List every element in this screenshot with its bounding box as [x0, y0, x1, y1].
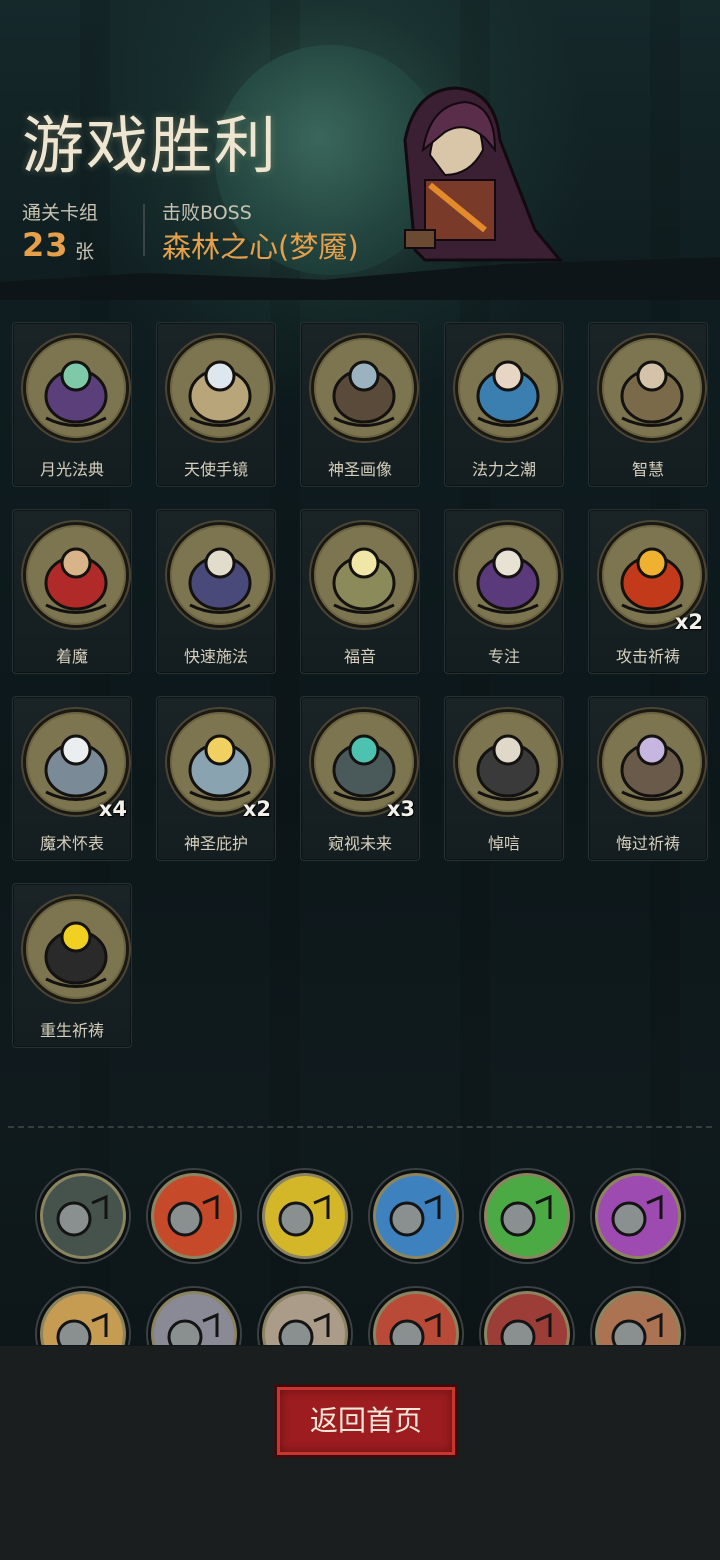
- card-multiplier: x2: [674, 610, 703, 634]
- priest-relic-icon[interactable]: [37, 1288, 129, 1345]
- card-name: 悼唁: [487, 834, 520, 853]
- deck-card[interactable]: 重生祈祷: [12, 883, 132, 1048]
- section-divider: [8, 1126, 712, 1128]
- swordsman-relic-icon[interactable]: [148, 1288, 240, 1345]
- deck-card[interactable]: 福音: [300, 509, 420, 674]
- card-name: 窥视未来: [327, 834, 392, 853]
- deck-card[interactable]: 着魔: [12, 509, 132, 674]
- holy-portrait-icon: [311, 335, 417, 441]
- deck-card[interactable]: x3 窥视未来: [300, 696, 420, 861]
- deck-card[interactable]: 悼唁: [444, 696, 564, 861]
- return-home-button[interactable]: 返回首页: [277, 1387, 455, 1455]
- card-name: 着魔: [55, 647, 88, 666]
- deck-card[interactable]: 神圣画像: [300, 322, 420, 487]
- vampire-relic-icon[interactable]: [481, 1288, 573, 1345]
- deck-card[interactable]: 月光法典: [12, 322, 132, 487]
- deck-card[interactable]: 法力之潮: [444, 322, 564, 487]
- card-name: 快速施法: [183, 647, 248, 666]
- card-name: 月光法典: [39, 460, 104, 479]
- focused-wizard-icon: [455, 522, 561, 628]
- possessed-man-icon: [23, 522, 129, 628]
- deck-card[interactable]: x2 神圣庇护: [156, 696, 276, 861]
- rebirth-prayer-icon: [23, 896, 129, 1002]
- card-name: 神圣庇护: [183, 834, 248, 853]
- old-man-relic-icon[interactable]: [259, 1288, 351, 1345]
- card-name: 悔过祈祷: [615, 834, 680, 853]
- card-name: 重生祈祷: [39, 1021, 104, 1040]
- blue-flame-skull-relic-icon[interactable]: [370, 1170, 462, 1262]
- deck-card[interactable]: x4 魔术怀表: [12, 696, 132, 861]
- mana-wave-icon: [455, 335, 561, 441]
- quick-cast-wizard-icon: [167, 522, 273, 628]
- yellow-flame-skull-relic-icon[interactable]: [259, 1170, 351, 1262]
- angel-mirror-icon: [167, 335, 273, 441]
- deck-card[interactable]: 快速施法: [156, 509, 276, 674]
- boss-label: 击败BOSS: [162, 202, 252, 224]
- mourning-nun-icon: [455, 709, 561, 815]
- card-name: 神圣画像: [327, 460, 392, 479]
- card-name: 天使手镜: [183, 460, 248, 479]
- deck-card[interactable]: 悔过祈祷: [588, 696, 708, 861]
- wise-scholar-icon: [599, 335, 705, 441]
- card-multiplier: x3: [386, 797, 415, 821]
- boss-name: 森林之心(梦魇): [162, 230, 359, 264]
- page-title: 游戏胜利: [22, 109, 279, 182]
- red-hood-relic-icon[interactable]: [370, 1288, 462, 1345]
- moon-tome-icon: [23, 335, 129, 441]
- card-name: 魔术怀表: [39, 834, 104, 853]
- card-name: 专注: [487, 647, 520, 666]
- card-name: 攻击祈祷: [615, 647, 680, 666]
- deck-card[interactable]: 智慧: [588, 322, 708, 487]
- flower-woman-relic-icon[interactable]: [592, 1288, 684, 1345]
- crescent-moon-relic-icon[interactable]: [37, 1170, 129, 1262]
- victory-header: 游戏胜利 通关卡组 23 张 击败BOSS 森林之心(梦魇): [0, 0, 720, 300]
- gospel-tombstone-icon: [311, 522, 417, 628]
- card-multiplier: x2: [242, 797, 271, 821]
- hill-silhouette: [0, 257, 720, 300]
- hooded-hero-illustration: [385, 80, 565, 265]
- card-multiplier: x4: [98, 797, 127, 821]
- purple-flame-skull-relic-icon[interactable]: [592, 1170, 684, 1262]
- deck-unit: 张: [75, 241, 95, 263]
- card-name: 智慧: [631, 460, 664, 479]
- deck-label: 通关卡组: [22, 202, 99, 224]
- card-name: 法力之潮: [471, 460, 536, 479]
- deck-card[interactable]: 天使手镜: [156, 322, 276, 487]
- repent-monk-icon: [599, 709, 705, 815]
- relic-list: [0, 1165, 720, 1345]
- deck-count: 23: [22, 226, 69, 264]
- card-name: 福音: [343, 647, 376, 666]
- red-flame-skull-relic-icon[interactable]: [148, 1170, 240, 1262]
- stat-divider: [143, 204, 145, 256]
- deck-card[interactable]: x2 攻击祈祷: [588, 509, 708, 674]
- deck-card[interactable]: 专注: [444, 509, 564, 674]
- green-flame-skull-relic-icon[interactable]: [481, 1170, 573, 1262]
